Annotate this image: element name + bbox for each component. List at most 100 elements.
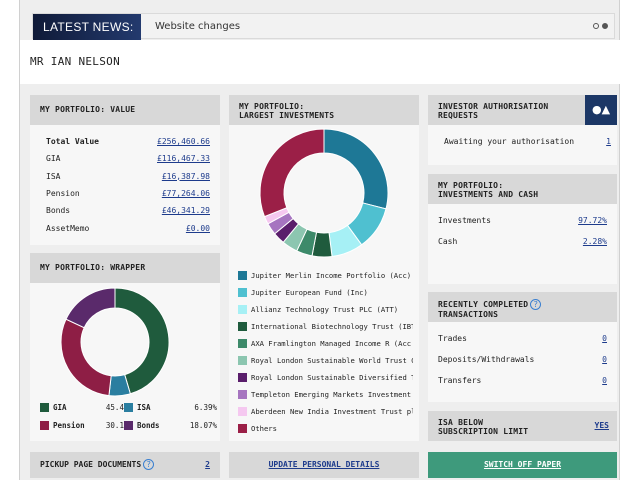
switch-off-paper-button[interactable]: SWITCH OFF PAPER [428,452,617,478]
portfolio-value-amount-link[interactable]: £77,264.06 [162,189,210,198]
bell-icon[interactable]: ●▲ [585,95,617,125]
portfolio-value-label: Total Value [46,137,99,146]
news-pager[interactable] [593,23,608,29]
wrapper-legend-item: Bonds 18.07% [124,421,217,430]
latest-news-label: LATEST NEWS: [33,14,141,40]
largest-investments-title-line1: MY PORTFOLIO: [239,102,305,111]
wrapper-legend-item: ISA 6.39% [124,403,217,412]
latest-news-bar[interactable]: LATEST NEWS: Website changes [32,13,615,40]
deposits-withdrawals-row: Deposits/Withdrawals 0 [438,355,607,367]
portfolio-wrapper-card: MY PORTFOLIO: WRAPPER GIA 45.41% ISA 6.39% P… [30,253,220,441]
deposits-withdrawals-label: Deposits/Withdrawals [438,355,535,364]
pickup-documents-bar[interactable]: PICKUP PAGE DOCUMENTS? 2 [30,452,220,478]
trades-count-link[interactable]: 0 [602,334,607,343]
investments-cash-title: MY PORTFOLIO: INVESTMENTS AND CASH [428,174,617,204]
portfolio-value-title: MY PORTFOLIO: VALUE [30,95,220,125]
largest-legend-item: Jupiter European Fund (Inc) [238,284,413,301]
portfolio-wrapper-title: MY PORTFOLIO: WRAPPER [30,253,220,283]
authorisation-label: Awaiting your authorisation [444,137,575,146]
wrapper-legend-label: Bonds [137,421,160,430]
investments-cash-title-line2: INVESTMENTS AND CASH [438,190,539,199]
client-name: MR IAN NELSON [30,55,120,68]
help-icon[interactable]: ? [530,299,542,310]
investments-label: Investments [438,216,491,225]
largest-investments-card: MY PORTFOLIO: LARGEST INVESTMENTS Jupite… [229,95,419,441]
legend-swatch [40,421,49,430]
largest-slice-0[interactable] [323,128,389,210]
wrapper-legend-item: Pension 30.13% [40,421,133,430]
deposits-withdrawals-count-link[interactable]: 0 [602,355,607,364]
legend-swatch [238,373,247,382]
portfolio-value-amount-link[interactable]: £0.00 [186,224,210,233]
cash-value-link[interactable]: 2.28% [583,237,607,246]
recent-transactions-title-line2: TRANSACTIONS [438,310,499,319]
largest-investments-donut-chart [259,128,389,258]
portfolio-value-row: AssetMemo £0.00 [30,224,220,236]
portfolio-value-amount-link[interactable]: £256,460.66 [157,137,210,146]
legend-swatch [238,407,247,416]
largest-legend-item: Royal London Sustainable Diversified Tr.… [238,369,413,386]
wrapper-legend-percent: 6.39% [194,403,217,412]
largest-legend-label: AXA Framlington Managed Income R (Acc [251,339,412,348]
legend-swatch [40,403,49,412]
transfers-count-link[interactable]: 0 [602,376,607,385]
largest-legend-label: Royal London Sustainable Diversified Tr.… [251,373,413,382]
isa-subscription-value-link[interactable]: YES [595,421,609,430]
wrapper-legend-item: GIA 45.41% [40,403,133,412]
news-dot[interactable] [593,23,599,29]
largest-legend-label: Aberdeen New India Investment Trust plc [251,407,413,416]
cash-row: Cash 2.28% [438,237,607,249]
investments-cash-title-line1: MY PORTFOLIO: [438,181,504,190]
authorisation-row: Awaiting your authorisation 1 [438,137,611,149]
wrapper-slice-2[interactable] [60,318,112,397]
portfolio-value-amount-link[interactable]: £116,467.33 [157,154,210,163]
news-dot-active[interactable] [602,23,608,29]
portfolio-value-row: Pension £77,264.06 [30,189,220,201]
wrapper-legend-label: Pension [53,421,85,430]
largest-investments-legend: Jupiter Merlin Income Portfolio (Acc) Jup… [238,267,413,437]
largest-legend-item: Others [238,420,413,437]
investments-value-link[interactable]: 97.72% [578,216,607,225]
portfolio-value-label: GIA [46,154,61,164]
client-header: MR IAN NELSON [20,40,621,84]
legend-swatch [238,288,247,297]
investments-cash-card: MY PORTFOLIO: INVESTMENTS AND CASH Inves… [428,174,617,284]
portfolio-value-label: Bonds [46,206,71,216]
portfolio-value-amount-link[interactable]: £16,387.98 [162,172,210,181]
authorisation-count-link[interactable]: 1 [606,137,611,146]
largest-legend-item: Jupiter Merlin Income Portfolio (Acc) [238,267,413,284]
investments-row: Investments 97.72% [438,216,607,228]
latest-news-text[interactable]: Website changes [155,14,240,40]
largest-investments-title-line2: LARGEST INVESTMENTS [239,111,335,120]
trades-label: Trades [438,334,467,343]
wrapper-legend-label: GIA [53,403,67,412]
pickup-documents-label: PICKUP PAGE DOCUMENTS [40,460,142,469]
pickup-documents-count-link[interactable]: 2 [205,452,210,478]
transfers-label: Transfers [438,376,482,385]
largest-legend-item: Aberdeen New India Investment Trust plc [238,403,413,420]
wrapper-slice-3[interactable] [65,287,116,329]
recent-transactions-title: RECENTLY COMPLETED? TRANSACTIONS [428,292,617,322]
wrapper-donut-chart [60,287,170,397]
portfolio-value-card: MY PORTFOLIO: VALUE Total Value £256,460.… [30,95,220,245]
help-icon[interactable]: ? [143,459,155,470]
portfolio-value-label: Pension [46,188,80,198]
portfolio-value-amount-link[interactable]: £46,341.29 [162,206,210,215]
largest-slice-9[interactable] [259,128,325,218]
legend-swatch [238,305,247,314]
transfers-row: Transfers 0 [438,376,607,388]
switch-off-paper-label: SWITCH OFF PAPER [483,460,562,469]
isa-subscription-card: ISA BELOW SUBSCRIPTION LIMIT YES [428,411,617,441]
largest-legend-item: Templeton Emerging Markets Investment [238,386,413,403]
legend-swatch [124,403,133,412]
update-personal-details-button[interactable]: UPDATE PERSONAL DETAILS [229,452,419,478]
legend-swatch [238,356,247,365]
legend-swatch [238,339,247,348]
investor-authorisation-card: INVESTOR AUTHORISATION REQUESTS ●▲ Await… [428,95,617,165]
legend-swatch [124,421,133,430]
legend-swatch [238,390,247,399]
dashboard-frame: LATEST NEWS: Website changes MR IAN NELS… [19,0,621,480]
portfolio-value-row: Bonds £46,341.29 [30,206,220,218]
legend-swatch [238,322,247,331]
portfolio-value-row: ISA £16,387.98 [30,172,220,184]
